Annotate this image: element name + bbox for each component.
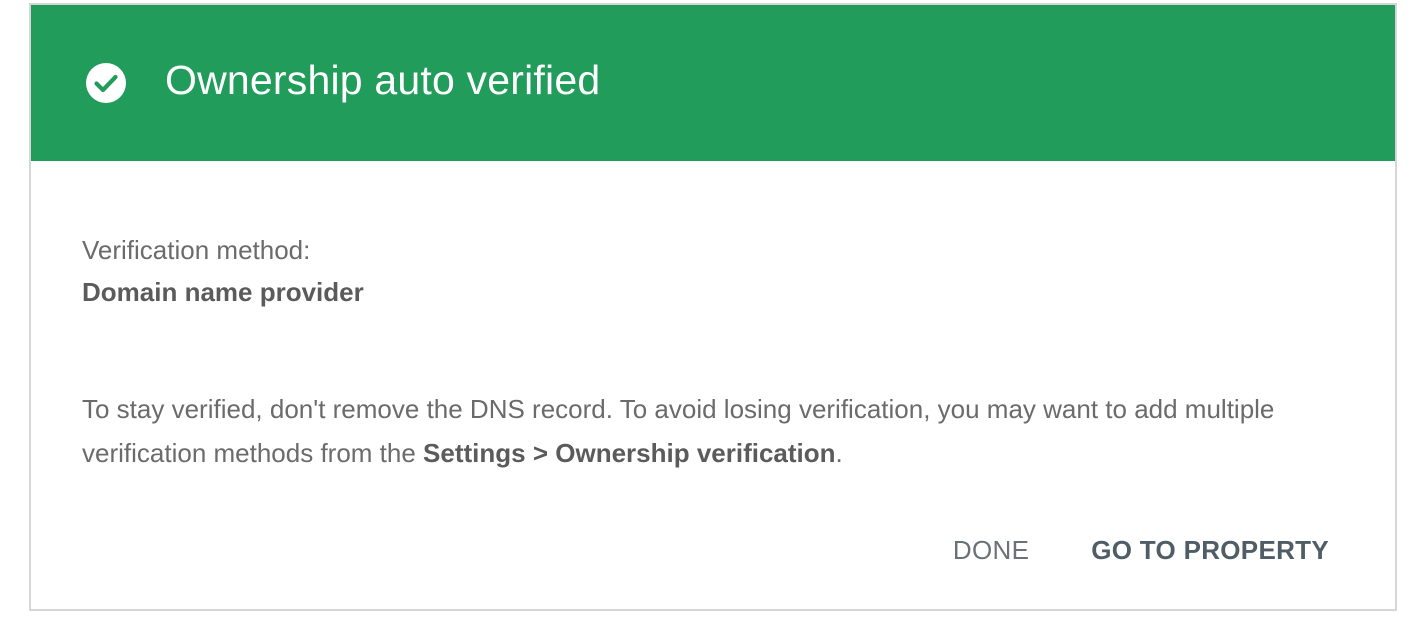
verification-note: To stay verified, don't remove the DNS r…	[82, 387, 1355, 475]
dialog-actions: DONE GO TO PROPERTY	[953, 535, 1329, 566]
check-circle-icon	[85, 62, 127, 104]
settings-path: Settings > Ownership verification	[423, 438, 836, 468]
done-button[interactable]: DONE	[953, 535, 1029, 566]
dialog-header: Ownership auto verified	[31, 5, 1395, 161]
go-to-property-button[interactable]: GO TO PROPERTY	[1091, 535, 1329, 566]
dialog-title: Ownership auto verified	[165, 56, 601, 103]
verification-method-value: Domain name provider	[82, 277, 364, 307]
dialog-body: Verification method: Domain name provide…	[82, 229, 1355, 475]
note-end: .	[835, 438, 843, 468]
verification-dialog: Ownership auto verified Verification met…	[29, 3, 1397, 611]
verification-method-label: Verification method:	[82, 235, 311, 265]
